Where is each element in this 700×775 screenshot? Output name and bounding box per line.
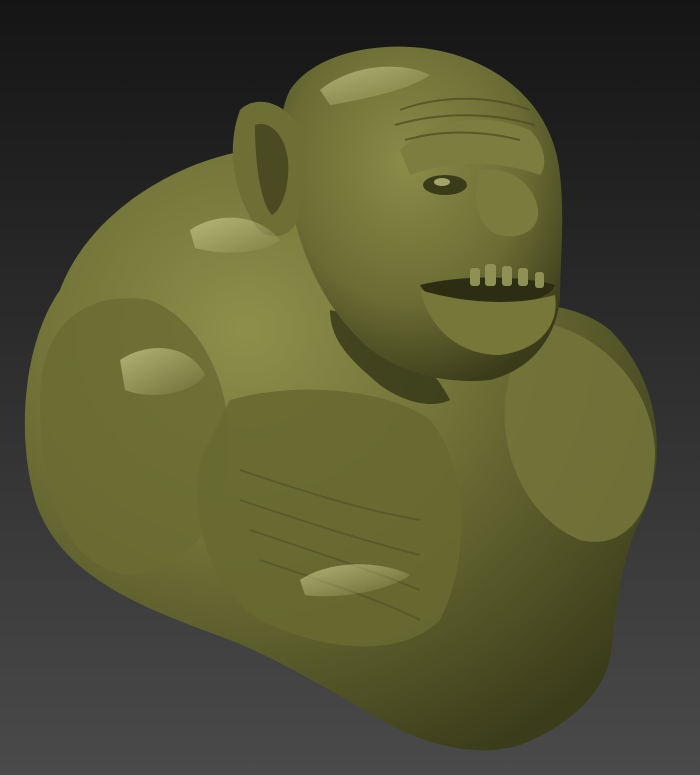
eye-highlight [434, 178, 450, 186]
sculpt-viewport[interactable] [0, 0, 700, 775]
sculpt-canvas[interactable] [0, 0, 700, 775]
